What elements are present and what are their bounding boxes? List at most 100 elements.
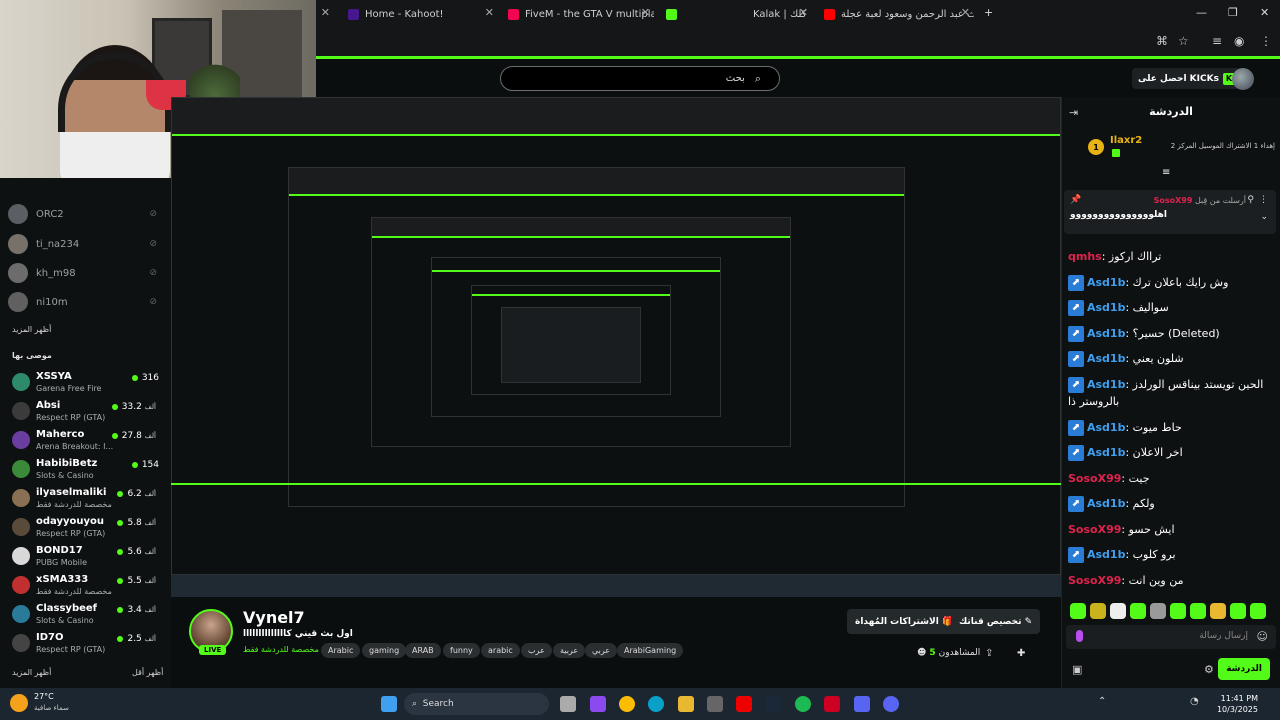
youtube-icon[interactable]: [736, 696, 752, 712]
follow-icon[interactable]: ✚: [1017, 648, 1025, 659]
emoji-icon[interactable]: ☺: [1257, 630, 1268, 643]
tag[interactable]: عربي: [585, 643, 618, 658]
tag[interactable]: arabic: [481, 643, 520, 658]
emote-icon[interactable]: [1190, 603, 1206, 619]
start-icon[interactable]: [381, 696, 397, 712]
chevron-up-icon[interactable]: ⌃: [1098, 696, 1114, 712]
recommended-channel[interactable]: ID7O Respect RP (GTA) 2.5 ألف: [8, 631, 163, 657]
emote-icon[interactable]: [1170, 603, 1186, 619]
recommended-channel[interactable]: Classybeef Slots & Casino 3.4 ألف: [8, 602, 163, 628]
task-view-icon[interactable]: [560, 696, 576, 712]
edge-icon[interactable]: [648, 696, 664, 712]
show-less-link[interactable]: أظهر أقل: [132, 668, 163, 677]
taskbar-search[interactable]: ⌕ Search: [404, 693, 549, 715]
app-icon[interactable]: [883, 696, 899, 712]
translate-icon[interactable]: ⌘: [1156, 34, 1168, 48]
recommended-channel[interactable]: xSMA333 مخصصة للدردشة فقط 5.5 ألف: [8, 573, 163, 599]
app-icon[interactable]: [824, 696, 840, 712]
get-kicks-button[interactable]: احصل على KICKs K: [1132, 68, 1241, 89]
customize-channel-button[interactable]: تخصيص قناتك ✎: [951, 609, 1041, 634]
spotify-icon[interactable]: [795, 696, 811, 712]
discord-icon[interactable]: [854, 696, 870, 712]
recommended-channel[interactable]: ilyaselmaliki مخصصة للدردشة فقط 6.2 ألف: [8, 486, 163, 512]
recommended-channel[interactable]: Maherco Arena Breakout: I... 27.8 ألف: [8, 428, 163, 454]
emote-icon[interactable]: [1090, 603, 1106, 619]
close-tab-icon[interactable]: ✕: [641, 6, 650, 19]
badge-icon[interactable]: ▣: [1072, 663, 1082, 676]
recommended-channel[interactable]: odayyouyou Respect RP (GTA) 5.8 ألف: [8, 515, 163, 541]
tag[interactable]: funny: [443, 643, 480, 658]
avatar: [12, 373, 30, 391]
sidebar-offline-user[interactable]: ORC2 ⊘: [8, 204, 163, 224]
recommended-channel[interactable]: Absi Respect RP (GTA) 33.2 ألف: [8, 399, 163, 425]
tag[interactable]: ARAB: [405, 643, 441, 658]
recommended-channel[interactable]: BOND17 PUBG Mobile 5.6 ألف: [8, 544, 163, 570]
close-tab-icon[interactable]: ✕: [961, 6, 970, 19]
show-more-link[interactable]: أظهر المزيد: [12, 668, 51, 677]
weather-icon[interactable]: [10, 694, 28, 712]
streamer-name[interactable]: Vynel7: [243, 608, 305, 627]
sidebar-offline-user[interactable]: ni10m ⊘: [8, 292, 163, 312]
profile-icon[interactable]: ◉: [1234, 34, 1244, 48]
more-options-icon[interactable]: ⋮: [1259, 195, 1268, 205]
tag[interactable]: gaming: [362, 643, 407, 658]
copilot-icon[interactable]: [590, 696, 606, 712]
chat-input[interactable]: إرسال رسالة ☺: [1066, 625, 1276, 649]
menu-kebab-icon[interactable]: ⋮: [1260, 34, 1272, 48]
close-tab-icon[interactable]: ✕: [799, 6, 808, 19]
tag[interactable]: عربية: [553, 643, 586, 658]
emote-icon[interactable]: [1250, 603, 1266, 619]
close-tab-icon[interactable]: ✕: [485, 6, 494, 19]
avatar: [8, 234, 28, 254]
top-gifter[interactable]: 1 Ilaxr2 إهداء 1 الاشتراك الموسيل المركز…: [1070, 135, 1275, 161]
browser-tab-kahoot[interactable]: Home - Kahoot! ✕: [348, 3, 498, 25]
avatar[interactable]: [1232, 68, 1254, 90]
send-chat-button[interactable]: الدردشة: [1218, 658, 1270, 680]
live-dot-icon: [131, 375, 138, 381]
emote-icon[interactable]: [1150, 603, 1166, 619]
steam-icon[interactable]: [765, 696, 781, 712]
tag[interactable]: ArabiGaming: [617, 643, 684, 658]
browser-tab-partial[interactable]: ✕: [320, 3, 334, 25]
emote-icon[interactable]: [1070, 603, 1086, 619]
emote-bar: [1070, 603, 1266, 619]
share-icon[interactable]: ⇪: [985, 648, 993, 659]
video-player[interactable]: [171, 97, 1061, 597]
unpin-icon[interactable]: ⚲: [1247, 195, 1254, 205]
emote-icon[interactable]: [1110, 603, 1126, 619]
emote-icon[interactable]: [1210, 603, 1226, 619]
close-window-icon[interactable]: ✕: [1260, 6, 1269, 19]
store-icon[interactable]: [707, 696, 723, 712]
progress-bar: [171, 483, 1061, 485]
emote-icon[interactable]: [1130, 603, 1146, 619]
browser-tab-youtube[interactable]: بث عبد الرحمن وسعود لعبة عجلة ✕: [824, 3, 974, 25]
tag[interactable]: عرب: [521, 643, 552, 658]
recommended-channel[interactable]: XSSYA Garena Free Fire 316: [8, 370, 163, 396]
gifted-subs-button[interactable]: الاشتراكات المُهداة 🎁: [847, 609, 962, 634]
clock[interactable]: 11:41 PM 10/3/2025: [1217, 693, 1258, 715]
file-explorer-icon[interactable]: [678, 696, 694, 712]
sidebar-offline-user[interactable]: ti_na234 ⊘: [8, 234, 163, 254]
minimize-icon[interactable]: —: [1196, 6, 1207, 19]
verified-badge-icon: ⬈: [1068, 547, 1084, 563]
maximize-icon[interactable]: ❐: [1228, 6, 1238, 19]
search-icon: ⌕: [412, 699, 418, 709]
recommended-channel[interactable]: HabibiBetz Slots & Casino 154: [8, 457, 163, 483]
browser-tab-kick[interactable]: Kalak | كلك ✕: [666, 3, 812, 25]
browser-tab-fivem[interactable]: FiveM - the GTA V multiplayer m ✕: [508, 3, 654, 25]
pinned-toggle-icon[interactable]: ≡: [1162, 167, 1170, 178]
sidebar-offline-user[interactable]: kh_m98 ⊘: [8, 263, 163, 283]
search-input[interactable]: ⌕ بحث: [500, 66, 780, 91]
chevron-down-icon[interactable]: ⌄: [1260, 212, 1268, 222]
settings-gear-icon[interactable]: ⚙: [1204, 663, 1214, 676]
emote-icon[interactable]: [1230, 603, 1246, 619]
tag[interactable]: Arabic: [321, 643, 361, 658]
new-tab-button[interactable]: +: [984, 6, 993, 19]
bookmark-star-icon[interactable]: ☆: [1178, 34, 1189, 48]
chrome-icon[interactable]: [619, 696, 635, 712]
mic-icon[interactable]: [1076, 630, 1083, 642]
stream-category[interactable]: مخصصة للدردشة فقط: [243, 645, 319, 654]
wifi-icon[interactable]: ◔: [1190, 696, 1206, 712]
show-more-link[interactable]: أظهر المزيد: [12, 325, 51, 334]
media-icon[interactable]: ≡: [1212, 34, 1222, 48]
